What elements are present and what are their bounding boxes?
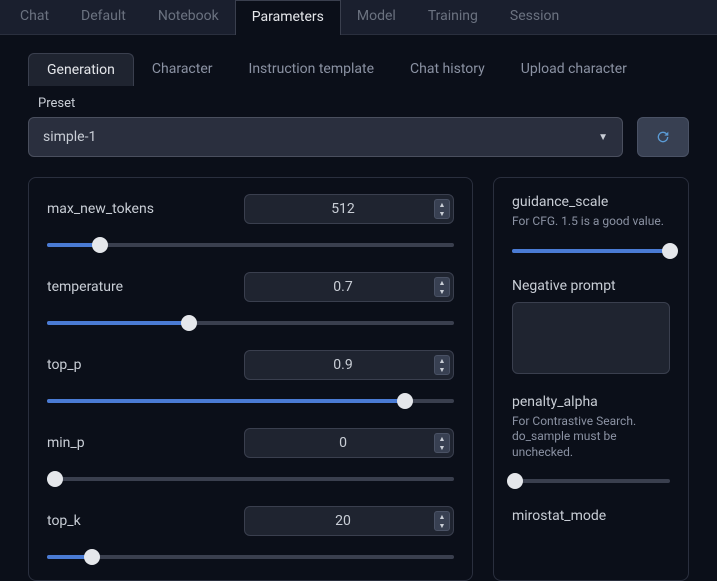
top_k-stepper[interactable]: ▲▼ bbox=[434, 511, 450, 531]
param-temperature: temperature 0.7▲▼ bbox=[47, 272, 454, 330]
min_p-stepper[interactable]: ▲▼ bbox=[434, 433, 450, 453]
preset-label: Preset bbox=[38, 96, 689, 111]
guidance-scale-slider[interactable] bbox=[512, 244, 670, 258]
temperature-input[interactable]: 0.7 bbox=[244, 272, 454, 302]
sub-tab-generation[interactable]: Generation bbox=[28, 53, 134, 86]
sub-tab-chat-history[interactable]: Chat history bbox=[392, 53, 503, 86]
preset-dropdown[interactable]: simple-1 ▼ bbox=[28, 117, 623, 157]
temperature-slider[interactable] bbox=[47, 316, 454, 330]
param-mirostat: mirostat_mode bbox=[512, 508, 670, 524]
top_p-slider[interactable] bbox=[47, 394, 454, 408]
temperature-stepper[interactable]: ▲▼ bbox=[434, 277, 450, 297]
max_new_tokens-slider[interactable] bbox=[47, 238, 454, 252]
param-max_new_tokens: max_new_tokens 512▲▼ bbox=[47, 194, 454, 252]
top_p-input[interactable]: 0.9 bbox=[244, 350, 454, 380]
refresh-icon bbox=[655, 129, 671, 145]
param-penalty-alpha: penalty_alpha For Contrastive Search. do… bbox=[512, 394, 670, 489]
top_p-label: top_p bbox=[47, 357, 81, 373]
penalty-alpha-label: penalty_alpha bbox=[512, 394, 670, 410]
sub-tab-character[interactable]: Character bbox=[134, 53, 231, 86]
top_k-input[interactable]: 20 bbox=[244, 506, 454, 536]
max_new_tokens-stepper[interactable]: ▲▼ bbox=[434, 199, 450, 219]
top-tab-default[interactable]: Default bbox=[65, 0, 142, 34]
preset-value: simple-1 bbox=[43, 129, 96, 145]
top-tab-notebook[interactable]: Notebook bbox=[142, 0, 235, 34]
penalty-alpha-desc: For Contrastive Search. do_sample must b… bbox=[512, 414, 670, 461]
guidance-scale-desc: For CFG. 1.5 is a good value. bbox=[512, 214, 670, 230]
top_k-slider[interactable] bbox=[47, 550, 454, 564]
param-top_k: top_k 20▲▼ bbox=[47, 506, 454, 564]
panel-right: guidance_scale For CFG. 1.5 is a good va… bbox=[493, 177, 689, 581]
top_p-stepper[interactable]: ▲▼ bbox=[434, 355, 450, 375]
chevron-down-icon: ▼ bbox=[598, 132, 608, 143]
top-tab-session[interactable]: Session bbox=[494, 0, 575, 34]
sub-tabs: GenerationCharacterInstruction templateC… bbox=[28, 53, 717, 86]
top-tabs: ChatDefaultNotebookParametersModelTraini… bbox=[0, 0, 717, 35]
min_p-input[interactable]: 0 bbox=[244, 428, 454, 458]
refresh-button[interactable] bbox=[637, 117, 689, 157]
param-min_p: min_p 0▲▼ bbox=[47, 428, 454, 486]
mirostat-label: mirostat_mode bbox=[512, 508, 670, 524]
guidance-scale-label: guidance_scale bbox=[512, 194, 670, 210]
param-negative-prompt: Negative prompt bbox=[512, 278, 670, 374]
top-tab-chat[interactable]: Chat bbox=[4, 0, 65, 34]
penalty-alpha-slider[interactable] bbox=[512, 474, 670, 488]
negative-prompt-label: Negative prompt bbox=[512, 278, 670, 294]
panel-left: max_new_tokens512▲▼temperature0.7▲▼top_p… bbox=[28, 177, 473, 581]
param-top_p: top_p 0.9▲▼ bbox=[47, 350, 454, 408]
max_new_tokens-input[interactable]: 512 bbox=[244, 194, 454, 224]
top-tab-parameters[interactable]: Parameters bbox=[235, 0, 341, 35]
top-tab-model[interactable]: Model bbox=[341, 0, 412, 34]
param-guidance-scale: guidance_scale For CFG. 1.5 is a good va… bbox=[512, 194, 670, 258]
min_p-slider[interactable] bbox=[47, 472, 454, 486]
max_new_tokens-label: max_new_tokens bbox=[47, 201, 154, 217]
min_p-label: min_p bbox=[47, 435, 85, 451]
top_k-label: top_k bbox=[47, 513, 81, 529]
sub-tab-upload-character[interactable]: Upload character bbox=[503, 53, 645, 86]
top-tab-training[interactable]: Training bbox=[412, 0, 494, 34]
sub-tab-instruction-template[interactable]: Instruction template bbox=[231, 53, 392, 86]
negative-prompt-input[interactable] bbox=[512, 302, 670, 374]
temperature-label: temperature bbox=[47, 279, 123, 295]
